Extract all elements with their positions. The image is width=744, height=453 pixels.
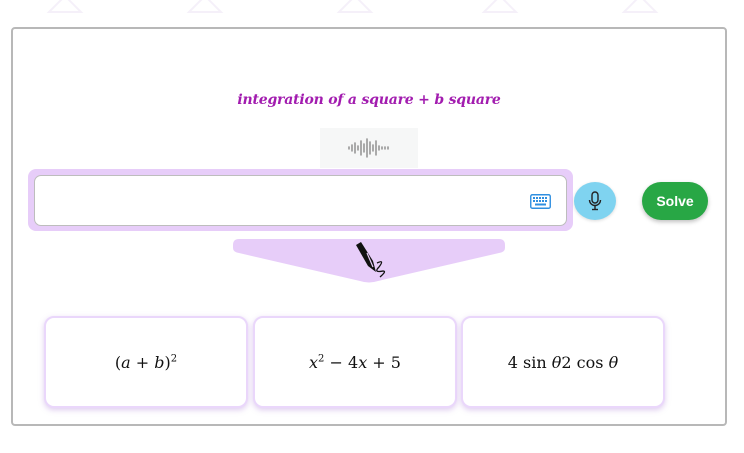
microphone-icon <box>588 191 602 211</box>
pen-nib-icon <box>356 242 386 278</box>
example-expression: (a + b)2 <box>114 352 178 372</box>
solve-button[interactable]: Solve <box>642 182 708 220</box>
background-doodles <box>0 0 744 30</box>
example-card-3[interactable]: 4 sin θ2 cos θ <box>461 316 665 408</box>
example-expression: x2 − 4x + 5 <box>309 352 401 372</box>
keyboard-icon[interactable] <box>530 194 551 209</box>
example-card-2[interactable]: x2 − 4x + 5 <box>253 316 457 408</box>
voice-transcript: integration of a square + b square <box>237 92 501 108</box>
example-card-1[interactable]: (a + b)2 <box>44 316 248 408</box>
microphone-button[interactable] <box>574 182 616 220</box>
example-problems: (a + b)2 x2 − 4x + 5 4 sin θ2 cos θ <box>44 316 668 409</box>
example-expression: 4 sin θ2 cos θ <box>507 352 619 372</box>
handwriting-tab[interactable] <box>233 238 505 286</box>
audio-waveform-icon <box>320 128 418 168</box>
math-input[interactable] <box>34 175 567 226</box>
